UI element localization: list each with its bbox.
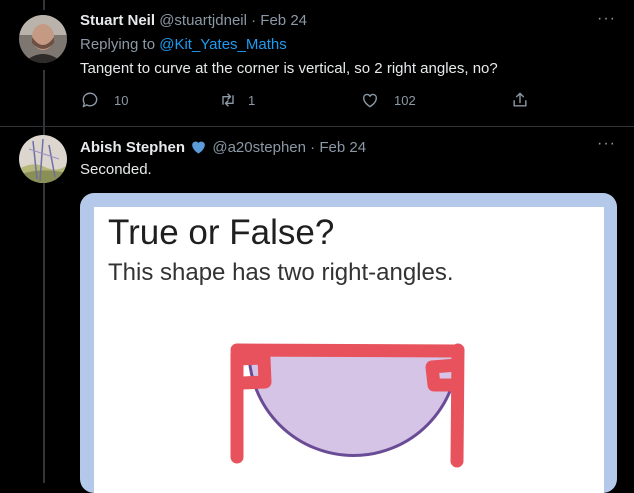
- reply-count: 10: [114, 92, 129, 108]
- author-name[interactable]: Stuart Neil: [80, 12, 155, 29]
- like-icon: [363, 93, 377, 108]
- tweet-stuart-neil[interactable]: Stuart Neil @stuartjdneil · Feb 24 ··· R…: [0, 0, 634, 126]
- media-image: True or False? This shape has two right-…: [94, 207, 604, 493]
- author-handle[interactable]: @a20stephen: [212, 139, 306, 156]
- more-icon[interactable]: ···: [597, 10, 616, 28]
- like-button[interactable]: 102: [360, 90, 416, 110]
- avatar-image: [19, 135, 67, 183]
- tweet-text: Tangent to curve at the corner is vertic…: [80, 60, 498, 77]
- replying-prefix: Replying to: [80, 36, 156, 53]
- like-count: 102: [394, 92, 416, 108]
- retweet-button[interactable]: 1: [218, 90, 255, 110]
- retweet-count: 1: [248, 92, 256, 108]
- verified-badge-icon: [192, 141, 206, 154]
- share-button[interactable]: [510, 90, 530, 110]
- tweet-date[interactable]: · Feb 24: [251, 12, 307, 29]
- tweet-text: Seconded.: [80, 161, 152, 178]
- author-handle[interactable]: @stuartjdneil: [159, 12, 247, 29]
- replying-to-link[interactable]: @Kit_Yates_Maths: [159, 36, 287, 53]
- tweet-actions: 10 1 102: [80, 90, 540, 112]
- tweet-header: Abish Stephen @a20stephen · Feb 24: [80, 137, 366, 156]
- reply-button[interactable]: 10: [80, 90, 128, 110]
- author-name[interactable]: Abish Stephen: [80, 139, 185, 156]
- more-icon[interactable]: ···: [597, 135, 616, 153]
- avatar[interactable]: [19, 15, 67, 63]
- retweet-icon: [222, 93, 234, 107]
- reply-icon: [82, 92, 98, 108]
- avatar-image: [19, 15, 67, 63]
- tweet-media[interactable]: True or False? This shape has two right-…: [80, 193, 617, 493]
- semicircle-shape-diagram: [230, 343, 465, 468]
- tweet-date[interactable]: · Feb 24: [310, 139, 366, 156]
- avatar[interactable]: [19, 135, 67, 183]
- share-icon: [513, 92, 527, 107]
- replying-to: Replying to @Kit_Yates_Maths: [80, 36, 287, 53]
- tweet-header: Stuart Neil @stuartjdneil · Feb 24: [80, 12, 307, 29]
